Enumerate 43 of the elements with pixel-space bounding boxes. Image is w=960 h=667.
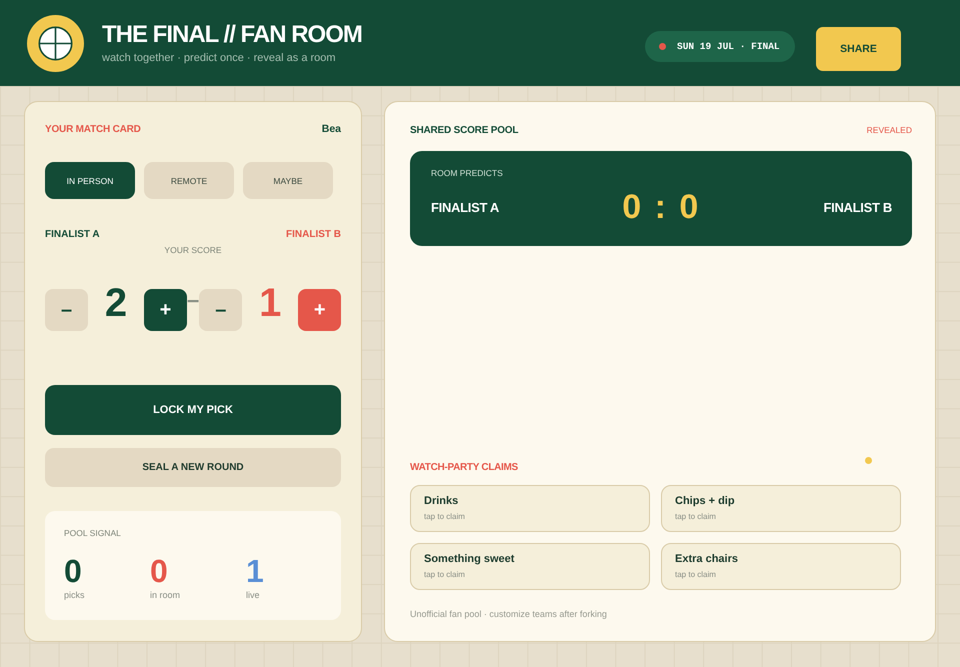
minus-button[interactable]: –: [45, 289, 88, 331]
attendance-tab[interactable]: MAYBE: [243, 162, 333, 199]
score-value: 1: [258, 283, 282, 323]
score-separator: –: [187, 289, 200, 311]
score-label: YOUR SCORE: [164, 245, 222, 256]
status-label: REVEALED: [866, 125, 912, 135]
lock-pick-button[interactable]: LOCK MY PICK: [45, 385, 341, 435]
stat-value: 0: [64, 555, 82, 587]
dot-icon: [865, 457, 872, 464]
attendance-tab[interactable]: REMOTE: [144, 162, 234, 199]
attendance-tab[interactable]: IN PERSON: [45, 162, 135, 199]
score-value: 2: [104, 283, 128, 323]
team-name: FINALIST A: [45, 229, 100, 241]
footer-note: Unofficial fan pool · customize teams after forking: [410, 609, 607, 620]
app-subtitle: watch together · predict once · reveal as a room: [102, 51, 337, 65]
stat-value: 1: [246, 555, 264, 587]
scoreboard-score: 0 : 0: [622, 187, 700, 227]
claims-title: WATCH-PARTY CLAIMS: [410, 462, 518, 474]
minus-button[interactable]: –: [199, 289, 242, 331]
section-title: SHARED SCORE POOL: [410, 124, 518, 136]
plus-button[interactable]: +: [298, 289, 342, 331]
app-title: THE FINAL // FAN ROOM: [102, 21, 362, 49]
crosshair-logo-icon: [27, 14, 84, 72]
stat-label: picks: [64, 590, 85, 601]
pool-signal-title: POOL SIGNAL: [64, 528, 121, 539]
user-name: Bea: [322, 123, 341, 135]
live-dot-icon: [659, 43, 666, 50]
scoreboard-label: ROOM PREDICTS: [431, 168, 503, 179]
claim-card[interactable]: Chips + dip tap to claim: [661, 485, 901, 532]
stat-label: live: [246, 590, 260, 601]
stat-label: in room: [150, 590, 180, 601]
scoreboard-team: FINALIST A: [431, 200, 500, 214]
claim-card[interactable]: Drinks tap to claim: [410, 485, 650, 532]
scoreboard-team: FINALIST B: [824, 200, 892, 214]
claim-card[interactable]: Something sweet tap to claim: [410, 543, 650, 590]
stat-value: 0: [150, 555, 168, 587]
new-round-button[interactable]: SEAL A NEW ROUND: [45, 448, 341, 487]
section-title: YOUR MATCH CARD: [45, 124, 141, 134]
claim-card[interactable]: Extra chairs tap to claim: [661, 543, 901, 590]
share-button[interactable]: SHARE: [816, 27, 901, 71]
team-name: FINALIST B: [286, 229, 341, 241]
date-label: SUN 19 JUL · FINAL: [677, 41, 780, 52]
plus-button[interactable]: +: [144, 289, 187, 331]
